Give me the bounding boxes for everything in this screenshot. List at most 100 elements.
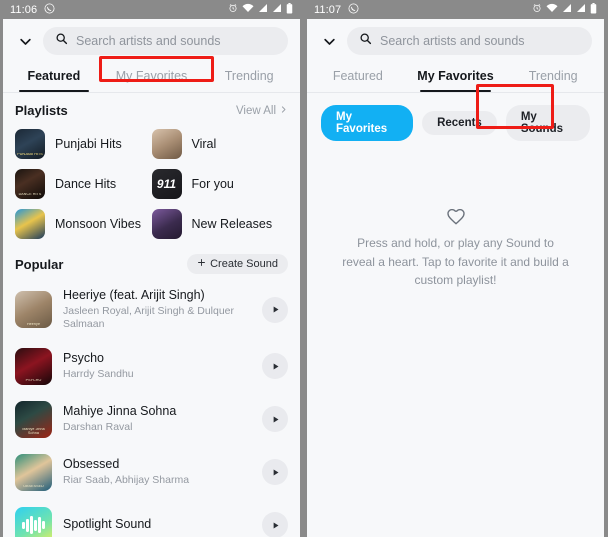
search-placeholder: Search artists and sounds xyxy=(76,34,221,48)
playlist-art-badge: 911 xyxy=(156,177,177,191)
song-title: Mahiye Jinna Sohna xyxy=(63,404,177,419)
tab-my-favorites[interactable]: My Favorites xyxy=(103,62,201,92)
create-sound-button[interactable]: Create Sound xyxy=(187,254,288,274)
playlist-item[interactable]: DANCE HITS Dance Hits xyxy=(15,164,152,204)
song-artwork: PSYCHO xyxy=(15,347,52,385)
tab-featured[interactable]: Featured xyxy=(5,62,103,92)
playlists-title: Playlists xyxy=(15,103,68,118)
playlist-label: New Releases xyxy=(191,217,273,231)
song-meta: Psycho Harrdy Sandhu xyxy=(63,351,251,381)
tab-bar: Featured My Favorites Trending xyxy=(307,62,604,92)
playlist-item[interactable]: PUNJABI HITS Punjabi Hits xyxy=(15,124,152,164)
playlists-section-header: Playlists View All xyxy=(3,93,300,124)
playlist-label: Punjabi Hits xyxy=(55,137,122,151)
chip-recents[interactable]: Recents xyxy=(422,111,497,135)
song-meta: Obsessed Riar Saab, Abhijay Sharma xyxy=(63,457,251,487)
playlist-label: Dance Hits xyxy=(55,177,117,191)
song-art-caption: PSYCHO xyxy=(25,378,42,382)
chevron-down-icon[interactable] xyxy=(319,31,339,51)
chevron-down-icon[interactable] xyxy=(15,31,35,51)
playlist-label: Monsoon Vibes xyxy=(55,217,141,231)
popular-title: Popular xyxy=(15,256,64,272)
song-artwork: Mahiye Jinna Sohna xyxy=(15,400,52,438)
song-meta: Heeriye (feat. Arijit Singh) Jasleen Roy… xyxy=(63,288,251,332)
tab-featured[interactable]: Featured xyxy=(309,62,407,92)
waveform-icon xyxy=(15,507,52,537)
playlist-item[interactable]: Viral xyxy=(151,124,289,164)
dual-screenshot-container: 11:06 Search artists and sounds Featured… xyxy=(0,0,608,537)
song-meta: Mahiye Jinna Sohna Darshan Raval xyxy=(63,404,251,434)
screen-divider xyxy=(300,0,307,537)
heart-icon xyxy=(341,209,570,225)
song-title: Psycho xyxy=(63,351,104,366)
song-art-caption: Heeriye xyxy=(26,322,41,326)
song-row[interactable]: Spotlight Sound xyxy=(15,499,288,537)
song-artwork: Heeriye xyxy=(15,291,52,329)
alarm-icon xyxy=(228,3,238,16)
search-input[interactable]: Search artists and sounds xyxy=(43,27,288,55)
playlist-item[interactable]: Monsoon Vibes xyxy=(15,204,152,244)
view-all-label: View All xyxy=(235,104,276,117)
play-icon[interactable] xyxy=(262,512,288,537)
alarm-icon xyxy=(532,3,542,16)
song-artist: Harrdy Sandhu xyxy=(63,367,134,380)
status-bar: 11:07 xyxy=(307,0,604,19)
chip-my-favorites[interactable]: My Favorites xyxy=(321,105,414,141)
search-row: Search artists and sounds xyxy=(307,19,604,62)
play-icon[interactable] xyxy=(262,459,288,486)
search-input[interactable]: Search artists and sounds xyxy=(347,27,592,55)
chevron-right-icon xyxy=(279,105,288,117)
song-art-caption: Mahiye Jinna Sohna xyxy=(22,428,45,435)
playlist-thumbnail xyxy=(151,129,182,159)
signal-icon xyxy=(272,3,282,16)
playlist-thumbnail: DANCE HITS xyxy=(15,169,45,199)
search-icon xyxy=(359,32,372,50)
status-bar: 11:06 xyxy=(3,0,300,19)
play-icon[interactable] xyxy=(262,353,288,380)
song-row[interactable]: OBSESSED Obsessed Riar Saab, Abhijay Sha… xyxy=(15,446,288,499)
tab-bar: Featured My Favorites Trending xyxy=(3,62,300,92)
tab-my-favorites[interactable]: My Favorites xyxy=(407,62,505,92)
song-title: Heeriye (feat. Arijit Singh) xyxy=(63,288,205,302)
playlist-thumbnail xyxy=(151,209,182,239)
song-row[interactable]: PSYCHO Psycho Harrdy Sandhu xyxy=(15,340,288,393)
song-row[interactable]: Heeriye Heeriye (feat. Arijit Singh) Jas… xyxy=(15,280,288,340)
song-list: Heeriye Heeriye (feat. Arijit Singh) Jas… xyxy=(3,280,300,537)
whatsapp-icon xyxy=(348,3,359,17)
search-row: Search artists and sounds xyxy=(3,19,300,62)
play-icon[interactable] xyxy=(262,406,288,433)
song-artist: Jasleen Royal, Arijit Singh & Dulquer Sa… xyxy=(63,304,235,331)
song-row[interactable]: Mahiye Jinna Sohna Mahiye Jinna Sohna Da… xyxy=(15,393,288,446)
song-artist: Riar Saab, Abhijay Sharma xyxy=(63,473,190,486)
tab-trending[interactable]: Trending xyxy=(504,62,602,92)
empty-state-message: Press and hold, or play any Sound to rev… xyxy=(342,236,569,288)
battery-icon xyxy=(286,2,293,17)
signal-icon xyxy=(576,3,586,16)
playlists-grid: PUNJABI HITS Punjabi Hits Viral DANCE HI… xyxy=(3,124,300,244)
playlist-thumbnail: 911 xyxy=(151,169,182,199)
right-phone-screen: 11:07 Search artists and sounds Featured… xyxy=(307,0,604,537)
popular-section-header: Popular Create Sound xyxy=(3,244,300,280)
chip-my-sounds[interactable]: My Sounds xyxy=(505,105,590,141)
signal-icon xyxy=(562,3,572,16)
create-sound-label: Create Sound xyxy=(210,258,278,270)
tab-trending[interactable]: Trending xyxy=(200,62,298,92)
playlist-item[interactable]: New Releases xyxy=(151,204,289,244)
empty-state: Press and hold, or play any Sound to rev… xyxy=(307,141,604,290)
play-icon[interactable] xyxy=(262,296,288,323)
song-artwork: OBSESSED xyxy=(15,453,52,491)
playlist-thumbnail xyxy=(15,209,45,239)
song-art-caption: OBSESSED xyxy=(23,484,44,488)
playlist-item[interactable]: 911 For you xyxy=(151,164,289,204)
wifi-icon xyxy=(242,3,254,16)
view-all-button[interactable]: View All xyxy=(236,105,288,117)
left-phone-screen: 11:06 Search artists and sounds Featured… xyxy=(3,0,300,537)
playlist-thumbnail: PUNJABI HITS xyxy=(15,129,45,159)
search-icon xyxy=(55,32,68,50)
playlist-label: For you xyxy=(191,177,234,191)
playlist-art-caption: PUNJABI HITS xyxy=(17,153,43,157)
status-bar-time: 11:07 xyxy=(314,3,342,16)
song-title: Obsessed xyxy=(63,457,120,472)
song-title: Spotlight Sound xyxy=(63,517,152,532)
search-placeholder: Search artists and sounds xyxy=(380,34,525,48)
